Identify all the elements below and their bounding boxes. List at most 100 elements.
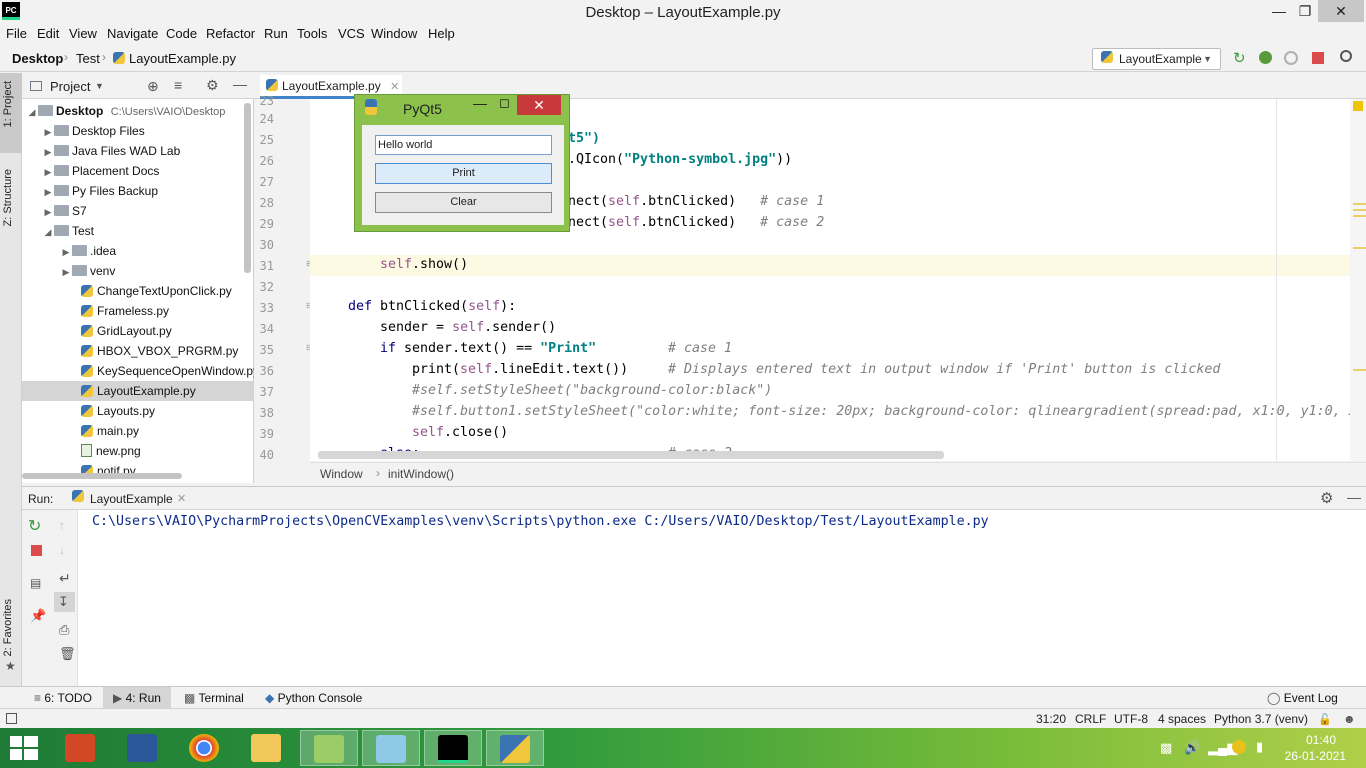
indentation[interactable]: 4 spaces — [1158, 712, 1206, 726]
warning-mark[interactable] — [1353, 203, 1366, 205]
close-run-tab-icon[interactable]: ✕ — [177, 492, 186, 505]
menu-code[interactable]: Code — [166, 26, 197, 41]
menu-refactor[interactable]: Refactor — [206, 26, 255, 41]
pin-icon[interactable]: 📌 — [30, 608, 46, 624]
battery-icon[interactable]: ▮ — [1256, 739, 1263, 755]
tree-item[interactable]: new.png — [22, 441, 254, 461]
menu-help[interactable]: Help — [428, 26, 455, 41]
tree-item[interactable]: Layouts.py — [22, 401, 254, 421]
menu-run[interactable]: Run — [264, 26, 288, 41]
tab-structure[interactable]: Z: Structure — [2, 169, 20, 226]
project-panel-title[interactable]: Project — [50, 79, 90, 94]
tree-item[interactable]: ◢ Test — [22, 221, 254, 241]
horizontal-scrollbar[interactable] — [22, 473, 182, 479]
run-output-console[interactable]: C:\Users\VAIO\PycharmProjects\OpenCVExam… — [78, 510, 1366, 686]
tab-todo[interactable]: ≡ 6: TODO — [34, 691, 92, 705]
tree-item[interactable]: Frameless.py — [22, 301, 254, 321]
breadcrumb-desktop[interactable]: Desktop — [12, 51, 63, 66]
menu-file[interactable]: File — [6, 26, 27, 41]
hide-panel-icon[interactable]: — — [1347, 489, 1361, 505]
tree-item[interactable]: ▶ venv — [22, 261, 254, 281]
tree-item[interactable]: KeySequenceOpenWindow.py — [22, 361, 259, 381]
tab-project[interactable]: 1: Project — [2, 81, 20, 127]
soft-wrap-icon[interactable]: ↵ — [59, 570, 71, 587]
volume-icon[interactable]: 🔊 — [1184, 740, 1200, 756]
tree-item[interactable]: ChangeTextUponClick.py — [22, 281, 254, 301]
caret-position[interactable]: 31:20 — [1036, 712, 1066, 726]
taskbar-notepad-plus[interactable] — [300, 730, 358, 766]
arrow-down-icon[interactable]: ↓ — [59, 543, 65, 557]
tab-python-console[interactable]: ◆ Python Console — [265, 691, 362, 705]
menu-vcs[interactable]: VCS — [338, 26, 365, 41]
tree-item[interactable]: HBOX_VBOX_PRGRM.py — [22, 341, 254, 361]
tree-item[interactable]: ▶ S7 — [22, 201, 254, 221]
windows-start-icon[interactable] — [10, 736, 38, 762]
tree-item[interactable]: ▶ .idea — [22, 241, 254, 261]
tab-terminal[interactable]: ▩ Terminal — [184, 691, 244, 705]
pyqt-close-button[interactable]: ✕ — [517, 95, 561, 115]
warning-mark[interactable] — [1353, 369, 1366, 371]
breadcrumb-test[interactable]: Test — [76, 51, 100, 66]
tree-item[interactable]: GridLayout.py — [22, 321, 254, 341]
locate-target-icon[interactable]: ⊕ — [147, 78, 159, 95]
print-button[interactable]: Print — [375, 163, 552, 184]
tree-item[interactable]: ▶ Py Files Backup — [22, 181, 254, 201]
menu-view[interactable]: View — [69, 26, 97, 41]
menu-tools[interactable]: Tools — [297, 26, 327, 41]
taskbar-notepad[interactable] — [362, 730, 420, 766]
warning-mark[interactable] — [1353, 247, 1366, 249]
taskbar-python[interactable] — [486, 730, 544, 766]
editor-horizontal-scrollbar[interactable] — [318, 451, 944, 459]
file-encoding[interactable]: UTF-8 — [1114, 712, 1148, 726]
tab-run[interactable]: ▶ 4: Run — [113, 691, 161, 705]
trash-icon[interactable]: 🗑 — [59, 646, 76, 662]
run-configuration-select[interactable]: LayoutExample ▼ — [1092, 48, 1221, 70]
tree-item[interactable]: ▶ Desktop Files — [22, 121, 254, 141]
warning-indicator-icon[interactable] — [1353, 101, 1363, 111]
vertical-scrollbar[interactable] — [244, 103, 251, 273]
pyqt-maximize-button[interactable]: ◻ — [499, 95, 510, 111]
taskbar-file-explorer[interactable] — [238, 730, 296, 766]
taskbar-chrome[interactable] — [176, 730, 234, 766]
stop-icon[interactable] — [1312, 52, 1324, 64]
breadcrumb-file[interactable]: LayoutExample.py — [129, 51, 236, 66]
print-icon[interactable]: ⎙ — [59, 622, 69, 638]
warning-mark[interactable] — [1353, 215, 1366, 217]
tray-network-icon[interactable]: ▩ — [1160, 740, 1172, 756]
rerun-icon[interactable]: ↻ — [1233, 49, 1247, 67]
tab-favorites[interactable]: 2: Favorites — [2, 599, 20, 656]
debug-bug-icon[interactable] — [1259, 51, 1272, 64]
coverage-icon[interactable] — [1284, 51, 1298, 65]
editor-breadcrumb-class[interactable]: Window — [320, 467, 363, 481]
taskbar-word[interactable] — [114, 730, 172, 766]
chevron-down-icon[interactable]: ▼ — [95, 81, 104, 91]
close-tab-icon[interactable]: ✕ — [390, 81, 399, 93]
search-icon[interactable] — [1340, 50, 1352, 62]
tool-windows-icon[interactable] — [6, 713, 17, 724]
close-window-button[interactable]: ✕ — [1318, 0, 1364, 22]
text-input[interactable]: Hello world — [375, 135, 552, 155]
gear-icon[interactable]: ⚙ — [1320, 489, 1333, 507]
tree-item[interactable]: ▶ Placement Docs — [22, 161, 254, 181]
tree-item[interactable]: ▶ Java Files WAD Lab — [22, 141, 254, 161]
lock-icon[interactable]: 🔓 — [1318, 713, 1332, 726]
menu-window[interactable]: Window — [371, 26, 417, 41]
python-interpreter[interactable]: Python 3.7 (venv) — [1214, 712, 1308, 726]
rerun-icon[interactable]: ↻ — [28, 516, 41, 536]
clock-time[interactable]: 01:40 — [1306, 733, 1336, 747]
gear-icon[interactable]: ⚙ — [206, 77, 219, 94]
editor-breadcrumb-method[interactable]: initWindow() — [388, 467, 454, 481]
tray-app-icon[interactable] — [1232, 740, 1246, 754]
clear-button[interactable]: Clear — [375, 192, 552, 213]
line-separator[interactable]: CRLF — [1075, 712, 1106, 726]
inspector-icon[interactable]: ☻ — [1343, 712, 1356, 726]
tab-event-log[interactable]: ◯ Event Log — [1267, 691, 1338, 705]
taskbar-pycharm[interactable] — [424, 730, 482, 766]
menu-edit[interactable]: Edit — [37, 26, 59, 41]
taskbar-powerpoint[interactable] — [52, 730, 110, 766]
warning-mark[interactable] — [1353, 209, 1366, 211]
collapse-all-icon[interactable]: ≡ — [174, 77, 182, 93]
stop-icon[interactable] — [31, 545, 42, 556]
tree-item[interactable]: main.py — [22, 421, 254, 441]
tree-item-selected[interactable]: LayoutExample.py — [22, 381, 254, 401]
